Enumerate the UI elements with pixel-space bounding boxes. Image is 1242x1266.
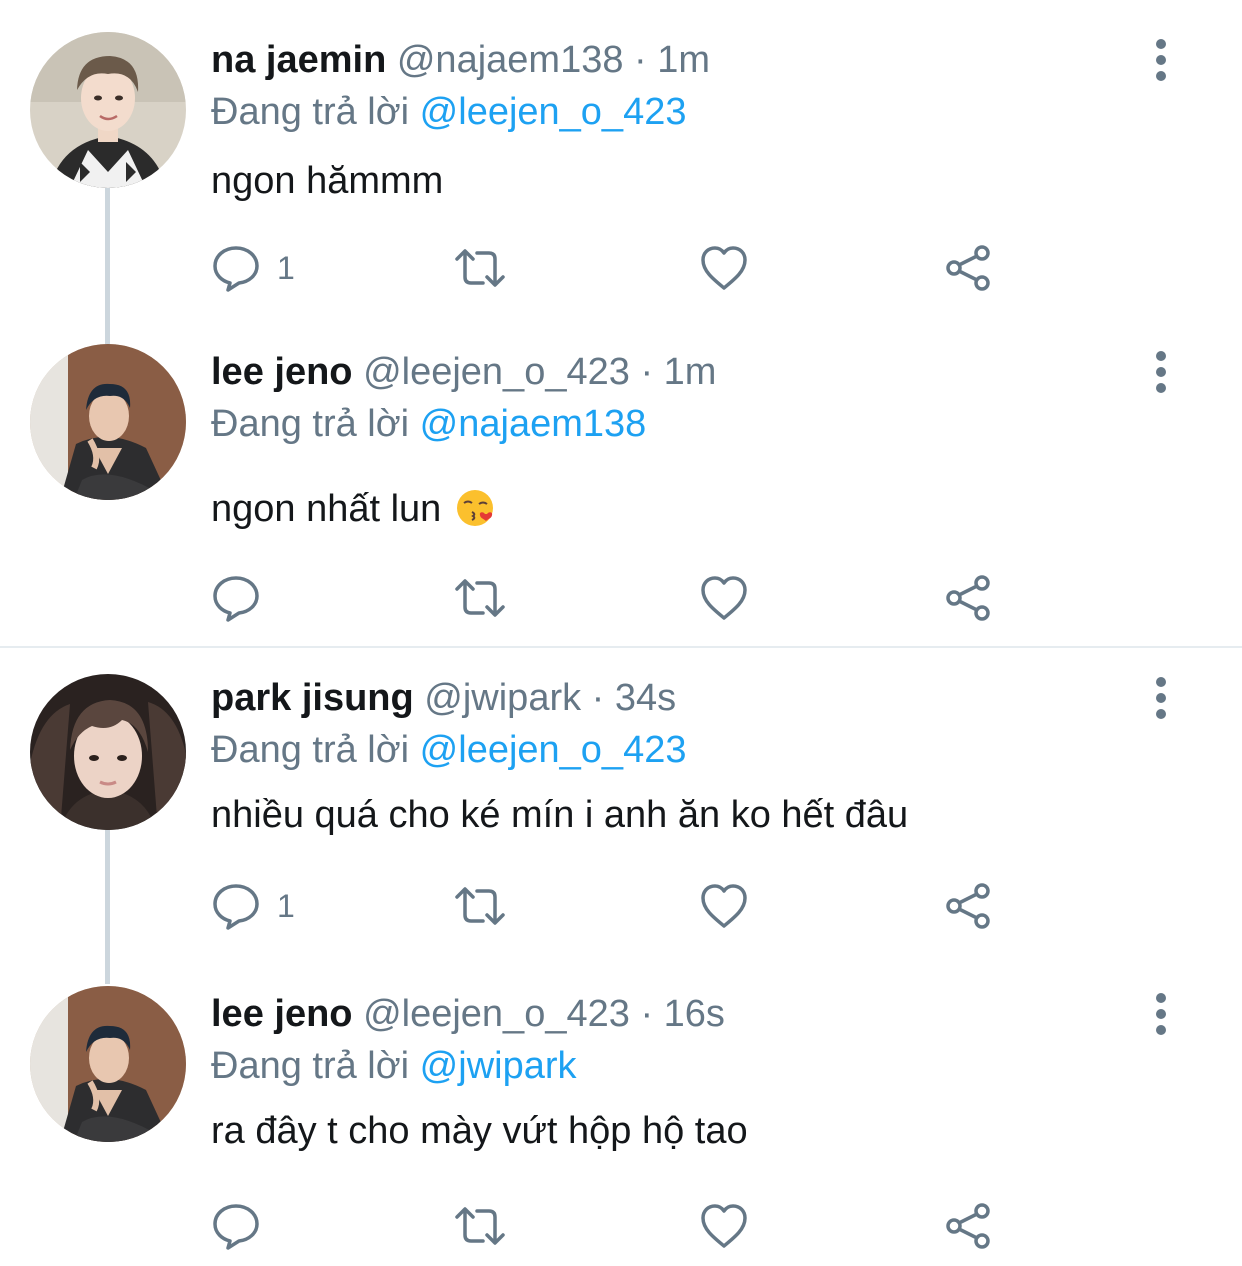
reply-icon bbox=[213, 1204, 259, 1250]
tweet[interactable]: park jisung @jwipark · 34s Đang trả lời … bbox=[0, 642, 1242, 954]
tweet-time[interactable]: 16s bbox=[664, 993, 725, 1035]
avatar[interactable] bbox=[30, 674, 186, 830]
user-handle[interactable]: @leejen_o_423 bbox=[363, 351, 630, 393]
retweet-button[interactable] bbox=[451, 1200, 509, 1252]
retweet-icon bbox=[455, 249, 505, 287]
share-button[interactable] bbox=[943, 880, 993, 932]
user-handle[interactable]: @leejen_o_423 bbox=[363, 993, 630, 1035]
retweet-button[interactable] bbox=[451, 880, 509, 932]
tweet-text: ngon hămmm bbox=[211, 160, 444, 202]
retweet-icon bbox=[455, 1207, 505, 1245]
share-button[interactable] bbox=[943, 242, 993, 294]
user-handle[interactable]: @jwipark bbox=[424, 677, 581, 719]
reply-icon bbox=[213, 884, 259, 930]
tweet-text-content: ngon nhất lun bbox=[211, 488, 442, 530]
share-button[interactable] bbox=[943, 1200, 993, 1252]
display-name[interactable]: lee jeno bbox=[211, 993, 353, 1035]
tweet-time[interactable]: 34s bbox=[615, 677, 676, 719]
reply-prefix: Đang trả lời bbox=[211, 91, 410, 133]
heart-icon bbox=[701, 1204, 747, 1248]
share-icon bbox=[946, 883, 990, 929]
retweet-button[interactable] bbox=[451, 572, 509, 624]
reply-to-handle[interactable]: @jwipark bbox=[420, 1045, 577, 1087]
reply-prefix: Đang trả lời bbox=[211, 1045, 410, 1087]
retweet-button[interactable] bbox=[451, 242, 509, 294]
replying-to: Đang trả lời @najaem138 bbox=[211, 400, 646, 448]
share-icon bbox=[946, 245, 990, 291]
thread-2: park jisung @jwipark · 34s Đang trả lời … bbox=[0, 648, 1242, 1253]
more-options-icon[interactable] bbox=[1138, 676, 1184, 722]
more-options-icon[interactable] bbox=[1138, 992, 1184, 1038]
tweet[interactable]: lee jeno @leejen_o_423 · 1m Đang trả lời… bbox=[0, 312, 1242, 624]
share-button[interactable] bbox=[943, 572, 993, 624]
reply-button[interactable]: 1 bbox=[211, 242, 295, 294]
tweet-time[interactable]: 1m bbox=[657, 39, 710, 81]
tweet[interactable]: lee jeno @leejen_o_423 · 16s Đang trả lờ… bbox=[0, 954, 1242, 1266]
separator-dot: · bbox=[640, 993, 654, 1035]
tweet-header: lee jeno @leejen_o_423 · 1m bbox=[211, 348, 716, 396]
reply-prefix: Đang trả lời bbox=[211, 403, 410, 445]
reply-button[interactable]: 1 bbox=[211, 880, 295, 932]
reply-button[interactable] bbox=[211, 1200, 277, 1252]
share-icon bbox=[946, 1203, 990, 1249]
more-options-icon[interactable] bbox=[1138, 38, 1184, 84]
display-name[interactable]: na jaemin bbox=[211, 39, 386, 81]
thread-1: na jaemin @najaem138 · 1m Đang trả lời @… bbox=[0, 0, 1242, 648]
tweet-actions bbox=[211, 572, 1031, 624]
tweet-header: park jisung @jwipark · 34s bbox=[211, 674, 676, 722]
heart-icon bbox=[701, 884, 747, 928]
tweet-actions: 1 bbox=[211, 880, 1031, 932]
user-handle[interactable]: @najaem138 bbox=[397, 39, 624, 81]
kissing-face-emoji-icon bbox=[457, 490, 494, 526]
tweet-header: na jaemin @najaem138 · 1m bbox=[211, 36, 710, 84]
reply-to-handle[interactable]: @leejen_o_423 bbox=[420, 91, 687, 133]
reply-to-handle[interactable]: @najaem138 bbox=[420, 403, 647, 445]
reply-icon bbox=[213, 246, 259, 292]
replying-to: Đang trả lời @leejen_o_423 bbox=[211, 88, 686, 136]
heart-icon bbox=[701, 576, 747, 620]
reply-prefix: Đang trả lời bbox=[211, 729, 410, 771]
more-options-icon[interactable] bbox=[1138, 350, 1184, 396]
avatar[interactable] bbox=[30, 986, 186, 1142]
separator-dot: · bbox=[634, 39, 647, 81]
like-button[interactable] bbox=[699, 242, 749, 294]
tweet-header: lee jeno @leejen_o_423 · 16s bbox=[211, 990, 725, 1038]
tweet-text: ngon nhất lun bbox=[211, 484, 495, 534]
avatar[interactable] bbox=[30, 32, 186, 188]
reply-count: 1 bbox=[277, 250, 295, 286]
separator-dot: · bbox=[640, 351, 654, 393]
tweet-actions: 1 bbox=[211, 242, 1031, 294]
heart-icon bbox=[701, 246, 747, 290]
like-button[interactable] bbox=[699, 880, 749, 932]
reply-count: 1 bbox=[277, 888, 295, 924]
like-button[interactable] bbox=[699, 1200, 749, 1252]
separator-dot: · bbox=[591, 677, 605, 719]
like-button[interactable] bbox=[699, 572, 749, 624]
tweet-time[interactable]: 1m bbox=[664, 351, 717, 393]
display-name[interactable]: lee jeno bbox=[211, 351, 353, 393]
share-icon bbox=[946, 575, 990, 621]
display-name[interactable]: park jisung bbox=[211, 677, 414, 719]
reply-button[interactable] bbox=[211, 572, 277, 624]
retweet-icon bbox=[455, 579, 505, 617]
tweet-text: ra đây t cho mày vứt hộp hộ tao bbox=[211, 1110, 748, 1152]
tweet-actions bbox=[211, 1200, 1031, 1252]
reply-icon bbox=[213, 576, 259, 622]
replying-to: Đang trả lời @leejen_o_423 bbox=[211, 726, 686, 774]
tweet-text: nhiều quá cho ké mín i anh ăn ko hết đâu bbox=[211, 794, 909, 836]
tweet[interactable]: na jaemin @najaem138 · 1m Đang trả lời @… bbox=[0, 0, 1242, 312]
retweet-icon bbox=[455, 887, 505, 925]
replying-to: Đang trả lời @jwipark bbox=[211, 1042, 577, 1090]
reply-to-handle[interactable]: @leejen_o_423 bbox=[420, 729, 687, 771]
avatar[interactable] bbox=[30, 344, 186, 500]
